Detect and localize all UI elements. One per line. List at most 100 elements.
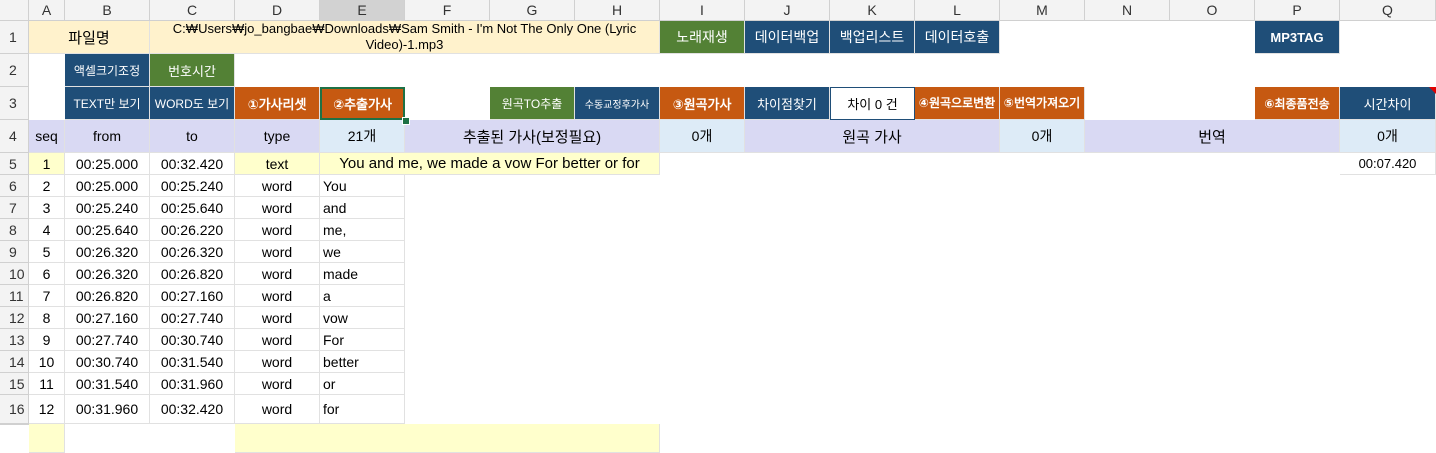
to-cell[interactable]: 00:25.640 bbox=[150, 197, 235, 219]
lyric-word-cell[interactable]: and bbox=[320, 197, 405, 219]
lyrics-reset-button[interactable]: ①가사리셋 bbox=[235, 87, 320, 120]
row-header-8[interactable]: 8 bbox=[0, 219, 29, 241]
type-cell[interactable]: word bbox=[235, 175, 320, 197]
to-original-button[interactable]: ④원곡으로변환 bbox=[915, 87, 1000, 120]
seq-cell[interactable]: 12 bbox=[29, 395, 65, 424]
play-song-button[interactable]: 노래재생 bbox=[660, 21, 745, 54]
seq-cell[interactable]: 5 bbox=[29, 241, 65, 263]
from-cell[interactable]: 00:27.740 bbox=[65, 329, 150, 351]
final-transfer-button[interactable]: ⑥최종품전송 bbox=[1255, 87, 1340, 120]
cell-size-button[interactable]: 액셀크기조정 bbox=[65, 54, 150, 87]
from-cell[interactable]: 00:30.740 bbox=[65, 351, 150, 373]
column-header-q[interactable]: Q bbox=[1340, 0, 1436, 21]
lyric-word-cell[interactable]: me, bbox=[320, 219, 405, 241]
column-header-g[interactable]: G bbox=[490, 0, 575, 21]
row-header-1[interactable]: 1 bbox=[0, 21, 29, 54]
column-header-m[interactable]: M bbox=[1000, 0, 1085, 21]
column-header-p[interactable]: P bbox=[1255, 0, 1340, 21]
row-header-2[interactable]: 2 bbox=[0, 54, 29, 87]
selection-fill-handle[interactable] bbox=[402, 117, 410, 125]
seq-cell[interactable]: 2 bbox=[29, 175, 65, 197]
to-cell[interactable]: 00:31.960 bbox=[150, 373, 235, 395]
row-header-16[interactable]: 16 bbox=[0, 395, 29, 424]
get-translation-button[interactable]: ⑤번역가져오기 bbox=[1000, 87, 1085, 120]
seq-cell[interactable]: 6 bbox=[29, 263, 65, 285]
row17-seq-cell[interactable] bbox=[29, 424, 65, 453]
type-cell[interactable]: word bbox=[235, 285, 320, 307]
time-diff-cell[interactable]: 00:07.420 bbox=[1340, 153, 1436, 175]
type-cell[interactable]: word bbox=[235, 373, 320, 395]
row-header-4[interactable]: 4 bbox=[0, 120, 29, 153]
seq-cell[interactable]: 8 bbox=[29, 307, 65, 329]
lyric-word-cell[interactable]: we bbox=[320, 241, 405, 263]
data-backup-button[interactable]: 데이터백업 bbox=[745, 21, 830, 54]
to-cell[interactable]: 00:32.420 bbox=[150, 153, 235, 175]
row-header-7[interactable]: 7 bbox=[0, 197, 29, 219]
type-cell[interactable]: word bbox=[235, 395, 320, 424]
manual-fix-button[interactable]: 수동교정후가사 bbox=[575, 87, 660, 120]
from-cell[interactable]: 00:25.000 bbox=[65, 175, 150, 197]
seq-cell[interactable]: 10 bbox=[29, 351, 65, 373]
type-cell[interactable]: word bbox=[235, 329, 320, 351]
from-cell[interactable]: 00:31.960 bbox=[65, 395, 150, 424]
original-to-extract-button[interactable]: 원곡TO추출 bbox=[490, 87, 575, 120]
lyric-word-cell[interactable]: for bbox=[320, 395, 405, 424]
seq-cell[interactable]: 9 bbox=[29, 329, 65, 351]
column-header-n[interactable]: N bbox=[1085, 0, 1170, 21]
lyric-word-cell[interactable]: vow bbox=[320, 307, 405, 329]
to-cell[interactable]: 00:27.740 bbox=[150, 307, 235, 329]
lyric-word-cell[interactable]: made bbox=[320, 263, 405, 285]
from-cell[interactable]: 00:25.240 bbox=[65, 197, 150, 219]
column-header-b[interactable]: B bbox=[65, 0, 150, 21]
to-cell[interactable]: 00:30.740 bbox=[150, 329, 235, 351]
row-header-5[interactable]: 5 bbox=[0, 153, 29, 175]
from-cell[interactable]: 00:25.000 bbox=[65, 153, 150, 175]
row-header-10[interactable]: 10 bbox=[0, 263, 29, 285]
to-cell[interactable]: 00:32.420 bbox=[150, 395, 235, 424]
column-header-k[interactable]: K bbox=[830, 0, 915, 21]
word-view-button[interactable]: WORD도 보기 bbox=[150, 87, 235, 120]
row-header-9[interactable]: 9 bbox=[0, 241, 29, 263]
row-header-15[interactable]: 15 bbox=[0, 373, 29, 395]
text-only-button[interactable]: TEXT만 보기 bbox=[65, 87, 150, 120]
row-header-11[interactable]: 11 bbox=[0, 285, 29, 307]
data-load-button[interactable]: 데이터호출 bbox=[915, 21, 1000, 54]
type-cell[interactable]: text bbox=[235, 153, 320, 175]
column-header-a[interactable]: A bbox=[29, 0, 65, 21]
time-diff-button[interactable]: 시간차이 bbox=[1340, 87, 1436, 120]
lyric-word-cell[interactable]: a bbox=[320, 285, 405, 307]
extract-lyrics-button[interactable]: ②추출가사 bbox=[320, 87, 405, 120]
type-cell[interactable]: word bbox=[235, 351, 320, 373]
to-cell[interactable]: 00:26.820 bbox=[150, 263, 235, 285]
from-cell[interactable]: 00:27.160 bbox=[65, 307, 150, 329]
number-time-button[interactable]: 번호시간 bbox=[150, 54, 235, 87]
column-header-d[interactable]: D bbox=[235, 0, 320, 21]
column-header-o[interactable]: O bbox=[1170, 0, 1255, 21]
type-cell[interactable]: word bbox=[235, 307, 320, 329]
to-cell[interactable]: 00:25.240 bbox=[150, 175, 235, 197]
column-header-i[interactable]: I bbox=[660, 0, 745, 21]
row-header-13[interactable]: 13 bbox=[0, 329, 29, 351]
type-cell[interactable]: word bbox=[235, 263, 320, 285]
type-cell[interactable]: word bbox=[235, 197, 320, 219]
from-cell[interactable]: 00:26.320 bbox=[65, 241, 150, 263]
column-header-l[interactable]: L bbox=[915, 0, 1000, 21]
mp3tag-button[interactable]: MP3TAG bbox=[1255, 21, 1340, 54]
row-header-6[interactable]: 6 bbox=[0, 175, 29, 197]
from-cell[interactable]: 00:31.540 bbox=[65, 373, 150, 395]
row17-lyric-cell[interactable] bbox=[235, 424, 660, 453]
select-all-corner[interactable] bbox=[0, 0, 29, 21]
from-cell[interactable]: 00:25.640 bbox=[65, 219, 150, 241]
type-cell[interactable]: word bbox=[235, 241, 320, 263]
seq-cell[interactable]: 4 bbox=[29, 219, 65, 241]
lyric-word-cell[interactable]: better bbox=[320, 351, 405, 373]
to-cell[interactable]: 00:31.540 bbox=[150, 351, 235, 373]
row-header-12[interactable]: 12 bbox=[0, 307, 29, 329]
to-cell[interactable]: 00:26.320 bbox=[150, 241, 235, 263]
row-header-14[interactable]: 14 bbox=[0, 351, 29, 373]
seq-cell[interactable]: 7 bbox=[29, 285, 65, 307]
find-diff-button[interactable]: 차이점찾기 bbox=[745, 87, 830, 120]
seq-cell[interactable]: 11 bbox=[29, 373, 65, 395]
backup-list-button[interactable]: 백업리스트 bbox=[830, 21, 915, 54]
type-cell[interactable]: word bbox=[235, 219, 320, 241]
